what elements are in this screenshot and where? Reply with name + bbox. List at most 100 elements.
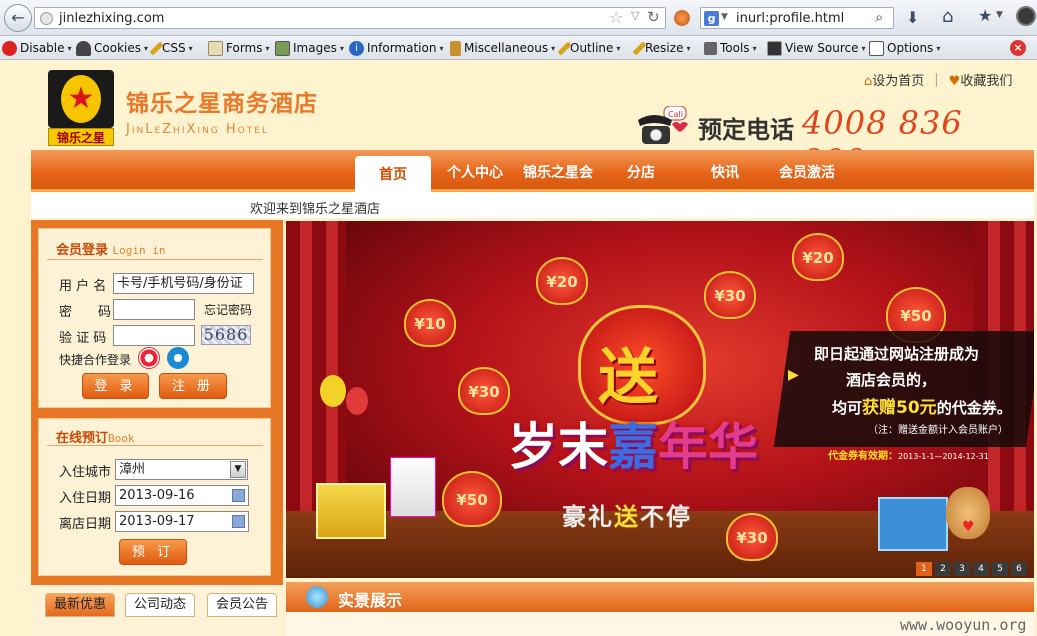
slide-dot[interactable]: 2 (935, 562, 951, 576)
register-button[interactable]: 注 册 (159, 373, 227, 399)
url-bar[interactable]: jinlezhixing.com ☆ ▽ ↻ (34, 7, 666, 29)
tencent-weibo-icon[interactable] (167, 347, 189, 369)
weibo-icon[interactable] (138, 347, 160, 369)
slide-dot[interactable]: 3 (954, 562, 970, 576)
nav-personal-center[interactable]: 个人中心 (447, 162, 503, 182)
book-button[interactable]: 预 订 (119, 539, 187, 565)
star-icon: ★ (67, 81, 95, 116)
toolbar-view-source[interactable]: View Source ▾ (767, 39, 866, 57)
phone-label: 预定电话 (698, 116, 794, 144)
checkin-date-input[interactable]: 2013-09-16 (115, 485, 249, 506)
captcha-label: 验 证 码 (59, 331, 107, 346)
money-bag: ¥30 (704, 271, 756, 319)
toolbar-images[interactable]: Images ▾ (275, 39, 344, 57)
history-dropdown-icon[interactable]: ▽ (631, 9, 639, 22)
slide-dot[interactable]: 4 (973, 562, 989, 576)
login-button[interactable]: 登 录 (82, 373, 149, 399)
welcome-text: 欢迎来到锦乐之星酒店 (250, 202, 381, 217)
site-name-en: JinLeZhiXing Hotel (126, 122, 269, 137)
login-title: 会员登录 Login in (56, 243, 166, 258)
logo-emblem: ★ (48, 70, 114, 128)
captcha-image[interactable]: 5686 (201, 325, 251, 345)
toolbar-miscellaneous[interactable]: Miscellaneous ▾ (450, 39, 555, 57)
globe-icon (40, 12, 53, 25)
money-bag: ¥30 (726, 513, 778, 561)
image-icon (275, 40, 290, 56)
home-icon[interactable]: ⌂ (942, 6, 953, 27)
toolbar-cookies[interactable]: Cookies ▾ (76, 39, 148, 57)
calendar-icon[interactable] (232, 515, 245, 528)
money-bag: ¥50 (442, 471, 502, 527)
toolbar-information[interactable]: i Information ▾ (349, 39, 443, 57)
booking-panel: 在线预订Book 入住城市 漳州 ▼ 入住日期 2013-09-16 离店日期 … (38, 418, 271, 576)
banner-main-title: 岁末嘉年华 (508, 418, 758, 476)
heart-icon: ♥ (948, 74, 961, 89)
toolbar-tools[interactable]: Tools ▾ (704, 39, 757, 57)
chevron-down-icon[interactable]: ▼ (230, 461, 246, 478)
google-icon[interactable]: g (704, 11, 719, 26)
heart-icon: ♥ (962, 519, 975, 535)
url-text[interactable]: jinlezhixing.com (59, 11, 164, 26)
toolbar-resize[interactable]: Resize ▾ (632, 39, 690, 57)
link-divider: | (934, 72, 939, 87)
slide-dot[interactable]: 5 (992, 562, 1008, 576)
money-bag: ¥30 (458, 367, 510, 415)
bookmark-star-icon[interactable]: ☆ (609, 8, 623, 27)
divider (47, 259, 263, 260)
cookie-person-icon (76, 40, 91, 56)
main-nav: 首页 个人中心 锦乐之星会 分店 快讯 会员激活 (31, 150, 1034, 196)
form-icon (208, 40, 223, 56)
misc-icon (450, 40, 461, 56)
scene-section-header: 实景展示 (286, 582, 1034, 612)
nav-member-activation[interactable]: 会员激活 (779, 162, 835, 182)
city-select[interactable]: 漳州 ▼ (115, 459, 248, 480)
tab-member-notices[interactable]: 会员公告 (207, 593, 278, 617)
toolbar-forms[interactable]: Forms ▾ (208, 39, 270, 57)
tab-company-news[interactable]: 公司动态 (125, 593, 196, 617)
reload-icon[interactable]: ↻ (647, 8, 660, 26)
password-label: 密 码 (59, 305, 112, 320)
calendar-icon[interactable] (232, 489, 245, 502)
nav-branches[interactable]: 分店 (627, 162, 655, 182)
promo-line-3: 均可获赠50元的代金券。 (832, 398, 1012, 418)
slide-dot[interactable]: 1 (916, 562, 932, 576)
nav-home[interactable]: 首页 (355, 156, 431, 196)
toolbar-outline[interactable]: Outline ▾ (557, 39, 620, 57)
bubble-icon (306, 586, 328, 608)
money-bag: ¥20 (792, 233, 844, 281)
search-bar[interactable]: g ▼ inurl:profile.html ⌕ (700, 7, 894, 29)
toolbar-css[interactable]: CSS ▾ (149, 39, 193, 57)
bookmarks-icon[interactable]: ★ (978, 6, 992, 25)
balloon-yellow (320, 375, 346, 407)
bookmarks-dropdown-icon[interactable]: ▼ (996, 10, 1003, 20)
nav-news[interactable]: 快讯 (711, 162, 739, 182)
bookmark-us-link[interactable]: ♥收藏我们 (949, 70, 1013, 89)
download-arrow-icon[interactable]: ⬇ (906, 8, 919, 27)
addon-ball-icon[interactable] (674, 10, 690, 26)
tab-latest-offers[interactable]: 最新优惠 (45, 593, 116, 617)
login-panel: 会员登录 Login in 用 户 名 卡号/手机号码/身份证 密 码 忘记密码… (38, 228, 271, 408)
toolbar-close-icon[interactable]: × (1010, 40, 1026, 56)
forgot-password-link[interactable]: 忘记密码 (204, 301, 252, 318)
site-logo[interactable]: ★ 锦乐之星 (48, 70, 114, 146)
nav-member-club[interactable]: 锦乐之星会 (523, 162, 593, 182)
search-input[interactable]: inurl:profile.html (736, 11, 844, 26)
engine-dropdown-icon[interactable]: ▼ (721, 12, 728, 22)
gift-box-yellow (316, 483, 386, 539)
slide-dot[interactable]: 6 (1011, 562, 1027, 576)
toolbar-disable[interactable]: Disable ▾ (2, 39, 72, 57)
checkout-date-input[interactable]: 2013-09-17 (115, 511, 249, 532)
back-arrow-icon[interactable]: ← (4, 4, 32, 32)
username-input[interactable]: 卡号/手机号码/身份证 (113, 273, 254, 294)
promo-banner[interactable]: ¥10 ¥20 ¥20 ¥30 ¥50 ¥30 ¥50 ¥30 送 岁末嘉年华 … (286, 221, 1034, 578)
search-icon[interactable]: ⌕ (875, 8, 883, 26)
toolbar-options[interactable]: Options ▾ (869, 39, 940, 57)
gift-box-blue (878, 497, 948, 551)
city-label: 入住城市 (59, 465, 112, 480)
browser-navbar: ← jinlezhixing.com ☆ ▽ ↻ g ▼ inurl:profi… (0, 0, 1037, 36)
captcha-input[interactable] (113, 325, 195, 346)
left-column: 会员登录 Login in 用 户 名 卡号/手机号码/身份证 密 码 忘记密码… (31, 220, 283, 636)
persona-icon[interactable] (1016, 6, 1036, 26)
set-homepage-link[interactable]: ⌂设为首页 (864, 70, 924, 89)
password-input[interactable] (113, 299, 195, 320)
